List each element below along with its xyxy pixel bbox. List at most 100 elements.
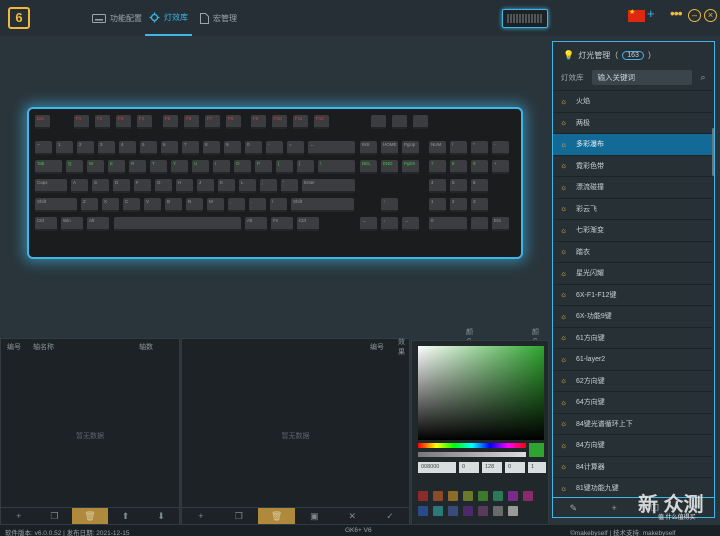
keyboard-key[interactable]: 6 [161, 141, 178, 155]
keyboard-key[interactable]: Tab [35, 160, 62, 174]
keyboard-key[interactable]: L [239, 179, 256, 193]
effect-list-item[interactable]: ☼ 霓彩色带 [553, 156, 713, 177]
keyboard-key[interactable]: W [87, 160, 104, 174]
keyboard-key[interactable]: Z [81, 198, 98, 212]
keyboard-key[interactable]: Fn [271, 217, 293, 231]
keyboard-key[interactable]: F12 [314, 115, 329, 129]
close-button[interactable]: × [704, 9, 717, 22]
keyboard-key[interactable]: 2 [450, 198, 467, 212]
keyboard-key[interactable]: , [228, 198, 245, 212]
search-icon[interactable]: ⌕ [692, 70, 714, 85]
keyboard-key[interactable]: 4 [429, 179, 446, 193]
keyboard-key[interactable]: F4 [137, 115, 152, 129]
keyboard-key[interactable]: DEL [360, 160, 377, 174]
color-swatch[interactable] [463, 491, 473, 501]
keyboard-key[interactable]: U [192, 160, 209, 174]
keyboard-key[interactable]: [ [276, 160, 293, 174]
search-input[interactable]: 输入关键词 [591, 70, 692, 85]
alpha-slider[interactable] [418, 452, 526, 457]
tab-lighting-library[interactable]: 灯效库 [145, 0, 192, 36]
color-swatch[interactable] [448, 491, 458, 501]
keyboard-key[interactable]: ] [297, 160, 314, 174]
keyboard-key[interactable]: Caps [35, 179, 67, 193]
keyboard-key[interactable]: B [165, 198, 182, 212]
keyboard-key[interactable]: F7 [205, 115, 220, 129]
keyboard-key[interactable]: C [123, 198, 140, 212]
keyboard-key[interactable]: Win [61, 217, 83, 231]
keyboard-key[interactable]: 3 [98, 141, 115, 155]
keyboard-key[interactable]: NUM [429, 141, 446, 155]
keyboard-key[interactable]: ↓ [381, 217, 398, 231]
keyboard-key[interactable]: F2 [95, 115, 110, 129]
keyboard-key[interactable]: ; [260, 179, 277, 193]
keyboard-key[interactable]: E [108, 160, 125, 174]
keyboard-key[interactable]: 3 [471, 198, 488, 212]
color-swatch[interactable] [478, 491, 488, 501]
keyboard-key[interactable]: END [381, 160, 398, 174]
keyboard-key[interactable]: ← [360, 217, 377, 231]
effect-list-item[interactable]: ☼ 星光闪耀 [553, 263, 713, 285]
keyboard-key[interactable]: D [113, 179, 130, 193]
move-down-icon[interactable]: ⬇ [143, 508, 179, 524]
effect-list-item[interactable]: ☼ 多彩瀑布 [553, 134, 713, 156]
clear-icon[interactable]: ✕ [333, 508, 371, 524]
keyboard-key[interactable]: P [255, 160, 272, 174]
keyboard-key[interactable]: 9 [224, 141, 241, 155]
keyboard-key[interactable] [371, 115, 386, 129]
keyboard-key[interactable]: F9 [251, 115, 266, 129]
keyboard-key[interactable]: + [492, 160, 509, 174]
blue-field[interactable]: 0 [505, 462, 525, 473]
effect-list-item[interactable]: ☼ 6X-F1-F12键 [553, 285, 713, 306]
keyboard-key[interactable]: / [450, 141, 467, 155]
effect-list-item[interactable]: ☼ 62方向键 [553, 371, 713, 392]
keyboard-key[interactable]: ~ [35, 141, 52, 155]
color-swatch[interactable] [418, 491, 428, 501]
effect-list-item[interactable]: ☼ 火焰 [553, 91, 713, 113]
keyboard-key[interactable]: = [287, 141, 304, 155]
keyboard-key[interactable]: F8 [226, 115, 241, 129]
keyboard-key[interactable] [392, 115, 407, 129]
effect-list-item[interactable]: ☼ 84键光谱循环上下 [553, 414, 713, 435]
keyboard-key[interactable]: \ [318, 160, 355, 174]
keyboard-key[interactable]: O [234, 160, 251, 174]
keyboard-key[interactable]: 7 [182, 141, 199, 155]
keyboard-key[interactable]: J [197, 179, 214, 193]
keyboard-key[interactable]: Ctrl [297, 217, 319, 231]
keyboard-key[interactable]: PgUp [402, 141, 419, 155]
effect-list-item[interactable]: ☼ 6X-功能9键 [553, 306, 713, 328]
keyboard-key[interactable]: T [150, 160, 167, 174]
effect-list-item[interactable]: ☼ 彩云飞 [553, 199, 713, 220]
color-swatch[interactable] [493, 506, 503, 516]
keyboard-key[interactable]: 7 [429, 160, 446, 174]
keyboard-key[interactable]: V [144, 198, 161, 212]
effect-list-item[interactable]: ☼ 84方向键 [553, 435, 713, 457]
effect-list-item[interactable]: ☼ 61-layer2 [553, 349, 713, 371]
keyboard-key[interactable]: F5 [163, 115, 178, 129]
device-keyboard-thumbnail[interactable] [502, 9, 548, 28]
keyboard-key[interactable]: Ent [492, 217, 509, 231]
keyboard-key[interactable]: 6 [471, 179, 488, 193]
keyboard-key[interactable]: Alt [245, 217, 267, 231]
keyboard-key[interactable]: F6 [184, 115, 199, 129]
keyboard-key[interactable] [114, 217, 241, 231]
keyboard-key[interactable]: - [266, 141, 283, 155]
keyboard-key[interactable]: 0 [429, 217, 467, 231]
effect-list-item[interactable]: ☼ 84计算器 [553, 457, 713, 478]
keyboard-key[interactable]: * [471, 141, 488, 155]
keyboard-key[interactable]: F1 [74, 115, 89, 129]
keyboard-key[interactable] [413, 115, 428, 129]
keyboard-key[interactable]: 9 [471, 160, 488, 174]
keyboard-key[interactable]: ↑ [381, 198, 398, 212]
keyboard-key[interactable]: HOME [381, 141, 398, 155]
copy-icon[interactable]: ❐ [37, 508, 73, 524]
keyboard-key[interactable]: 8 [450, 160, 467, 174]
color-swatch[interactable] [433, 491, 443, 501]
color-swatch[interactable] [418, 506, 428, 516]
red-field[interactable]: 0 [459, 462, 479, 473]
keyboard-key[interactable]: F [134, 179, 151, 193]
color-swatch[interactable] [448, 506, 458, 516]
keyboard-key[interactable]: Shift [35, 198, 77, 212]
more-options-button[interactable]: ••• [670, 5, 683, 21]
keyboard-key[interactable]: Enter [302, 179, 355, 193]
add-icon[interactable]: + [182, 508, 220, 524]
